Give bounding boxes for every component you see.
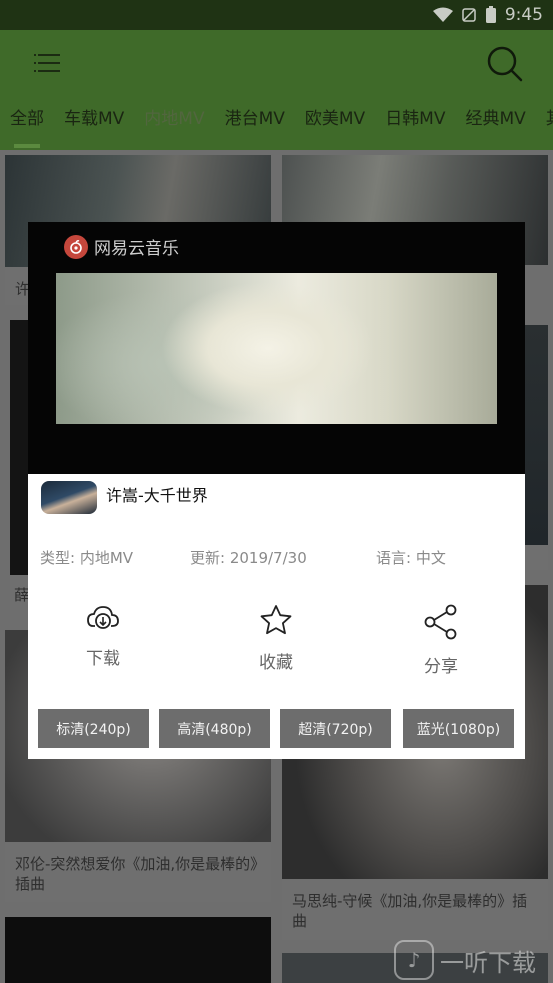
video-frame[interactable] [56, 273, 497, 424]
watermark-text: 一听下载 [440, 948, 536, 977]
meta-language: 语言: 中文 [376, 549, 446, 567]
battery-icon [485, 6, 496, 23]
quality-720p-button[interactable]: 超清(720p) [280, 709, 391, 748]
tab-classic-mv[interactable]: 经典MV [465, 104, 525, 134]
watermark: ♪ 一听下载 [394, 940, 536, 980]
mv-card[interactable] [5, 917, 271, 983]
tab-other[interactable]: 其 [546, 104, 553, 134]
mv-card[interactable] [525, 325, 548, 570]
player-brand: 网易云音乐 [64, 234, 179, 259]
mv-title: 许嵩-大千世界 [106, 486, 208, 505]
watermark-logo-icon: ♪ [394, 940, 434, 980]
mv-detail-dialog: 许嵩-大千世界 类型: 内地MV 更新: 2019/7/30 语言: 中文 下载… [28, 474, 525, 759]
video-player[interactable]: 网易云音乐 [28, 222, 525, 474]
clock: 9:45 [504, 5, 543, 25]
tab-jp-kr-mv[interactable]: 日韩MV [385, 104, 445, 134]
tab-car-mv[interactable]: 车载MV [64, 104, 124, 134]
quality-1080p-button[interactable]: 蓝光(1080p) [403, 709, 514, 748]
wifi-icon [432, 7, 453, 22]
mv-thumbnail [525, 325, 548, 545]
search-icon[interactable] [486, 45, 524, 83]
tab-all[interactable]: 全部 [10, 104, 44, 134]
mv-thumbnail [5, 917, 271, 983]
tab-indicator [14, 144, 40, 148]
mv-caption: 薛 [14, 586, 30, 604]
download-cloud-icon [87, 606, 119, 629]
mv-caption: 马思纯-守候《加油,你是最棒的》插曲 [292, 892, 528, 930]
player-brand-label: 网易云音乐 [94, 239, 179, 259]
category-tabs: 全部 车载MV 内地MV 港台MV 欧美MV 日韩MV 经典MV 其 [0, 104, 553, 134]
mv-caption: 邓伦-突然想爱你《加油,你是最棒的》插曲 [15, 855, 258, 893]
share-button[interactable]: 分享 [401, 604, 481, 677]
status-bar: 9:45 [0, 0, 553, 30]
share-label: 分享 [424, 657, 458, 677]
favorite-label: 收藏 [259, 653, 293, 673]
meta-type: 类型: 内地MV [40, 549, 134, 567]
tab-hk-tw-mv[interactable]: 港台MV [225, 104, 285, 134]
menu-icon[interactable] [34, 52, 62, 74]
singer-avatar [41, 481, 97, 514]
favorite-button[interactable]: 收藏 [236, 604, 316, 673]
star-icon [260, 605, 292, 635]
quality-240p-button[interactable]: 标清(240p) [38, 709, 149, 748]
netease-music-logo-icon [64, 234, 88, 259]
download-label: 下载 [86, 649, 120, 669]
meta-updated: 更新: 2019/7/30 [190, 549, 307, 567]
download-button[interactable]: 下载 [63, 604, 143, 669]
no-signal-icon [462, 8, 476, 22]
mv-thumbnail [10, 320, 30, 575]
tab-mainland-mv[interactable]: 内地MV [144, 104, 204, 134]
share-icon [424, 604, 457, 640]
mv-card[interactable]: 薛 [10, 320, 30, 610]
app-bar: 全部 车载MV 内地MV 港台MV 欧美MV 日韩MV 经典MV 其 [0, 30, 553, 150]
quality-480p-button[interactable]: 高清(480p) [159, 709, 270, 748]
tab-western-mv[interactable]: 欧美MV [305, 104, 365, 134]
